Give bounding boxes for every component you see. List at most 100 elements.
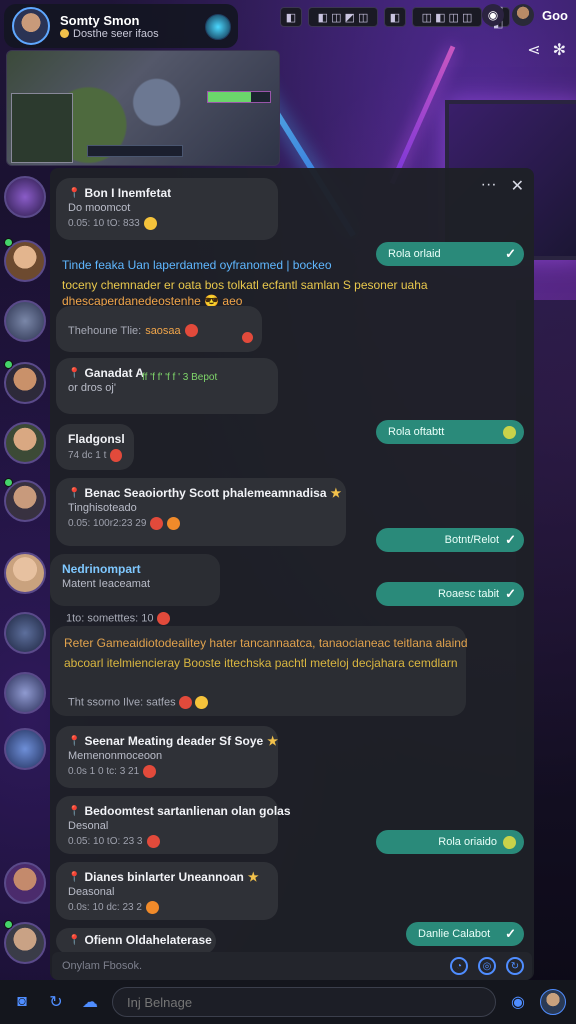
- message-title: Benac Seaoiorthy Scott phalemeamnadisa: [84, 486, 327, 500]
- incoming-message[interactable]: 📍 Seenar Meating deader Sf Soye ★ Memenonm…: [56, 726, 278, 788]
- toolbar-icon[interactable]: ◧: [280, 7, 302, 27]
- message-text: Do moomcot: [68, 202, 131, 214]
- online-indicator: [4, 478, 13, 487]
- message-line: toceny chemnader er oata bos tolkatl ecf…: [62, 278, 428, 292]
- coin-icon: [60, 29, 69, 38]
- message-text: Deasonal: [68, 886, 115, 898]
- check-icon: ✓: [505, 926, 516, 941]
- incoming-message[interactable]: Thehoune Tlie: saosaa: [56, 306, 262, 352]
- smile-emoji-icon: [145, 901, 159, 914]
- sent-message[interactable]: Rola orlaid ✓: [376, 242, 524, 266]
- sent-text: Roaesc tabit: [437, 588, 500, 600]
- game-icon[interactable]: [205, 14, 231, 40]
- angry-emoji-icon: [150, 517, 164, 530]
- chat-composer[interactable]: Onylam Fbosok. ◔ ◎ ↻: [52, 952, 532, 980]
- avatar[interactable]: [4, 728, 46, 770]
- avatar[interactable]: [4, 176, 46, 218]
- avatar[interactable]: [540, 989, 566, 1015]
- emoji-icon[interactable]: ◔: [450, 957, 468, 975]
- message-title: Nedrinompart: [62, 562, 141, 576]
- sent-text: Danlie Calabot: [418, 928, 491, 940]
- message-text: Tinghisoteado: [68, 502, 137, 514]
- incoming-message[interactable]: Nedrinompart Matent Ieaceamat: [50, 554, 220, 606]
- share-icon[interactable]: ⋖: [527, 40, 540, 60]
- message-meta: 0.0s: 10 dc: 23 2: [68, 902, 142, 913]
- voice-icon[interactable]: ◉: [506, 990, 530, 1014]
- sent-message[interactable]: Danlie Calabot ✓: [406, 922, 524, 946]
- sent-message[interactable]: Rola oriaido: [376, 830, 524, 854]
- incoming-message[interactable]: 📍 Ofienn Oldahelaterase: [56, 928, 216, 954]
- settings-icon[interactable]: ✻: [553, 40, 566, 60]
- smile-emoji-icon: [503, 835, 516, 849]
- message-title: Ganadat A: [84, 366, 145, 380]
- message-text: Memenonmoceoon: [68, 750, 163, 762]
- incoming-message[interactable]: 📍 Dianes binlarter Uneannoan ★ Deasonal 0.…: [56, 862, 278, 920]
- incoming-message[interactable]: 📍 Bon I Inemfetat Do moomcot 0.05: 10 tO:…: [56, 178, 278, 240]
- angry-emoji-icon: [146, 835, 160, 848]
- more-icon[interactable]: ···: [481, 176, 497, 196]
- sent-text: Botnt/Relot: [444, 534, 500, 546]
- refresh-icon[interactable]: ↻: [506, 957, 524, 975]
- camera-icon[interactable]: ◙: [10, 990, 34, 1014]
- top-right-label: Goo: [542, 7, 568, 23]
- profile-icon[interactable]: ◉: [482, 4, 504, 26]
- contact-name: Somty Smon: [60, 12, 140, 28]
- star-icon: ★: [267, 734, 278, 748]
- chat-panel: ··· ✕ 📍 Bon I Inemfetat Do moomcot 0.05: …: [50, 168, 534, 980]
- toolbar-icon-group[interactable]: ◧ ◫ ◩ ◫: [308, 7, 378, 27]
- incoming-message[interactable]: 📍 Ganadat A or dros oj': [56, 358, 278, 414]
- message-line: Reter Gameaidiotodealitey hater tancanna…: [64, 636, 468, 650]
- message-text: Matent Ieaceamat: [62, 578, 151, 590]
- avatar[interactable]: [4, 300, 46, 342]
- pin-icon: 📍: [68, 187, 81, 199]
- sent-message[interactable]: Rola oftabtt: [376, 420, 524, 444]
- toolbar-icon[interactable]: ◧: [384, 7, 406, 27]
- contact-header[interactable]: Somty Smon Dosthe seer ifaos: [4, 4, 238, 48]
- message-title: Fladgonsl: [68, 432, 125, 446]
- check-icon: ✓: [505, 586, 516, 601]
- message-meta: Tht ssorno Ilve: satfes: [68, 696, 208, 709]
- message-title: Dianes binlarter Uneannoan: [84, 870, 244, 884]
- message-input[interactable]: [112, 987, 496, 1017]
- angry-emoji-icon: [143, 765, 157, 778]
- composer-placeholder[interactable]: Onylam Fbosok.: [62, 960, 142, 972]
- smile-emoji-icon: [167, 517, 181, 530]
- message-text: or dros oj': [68, 382, 116, 394]
- angry-emoji-icon: [156, 612, 170, 625]
- sent-message[interactable]: Roaesc tabit ✓: [376, 582, 524, 606]
- avatar[interactable]: [4, 672, 46, 714]
- incoming-message[interactable]: 📍 Bedoomtest sartanlienan olan golas Deso…: [56, 796, 291, 854]
- attach-icon[interactable]: ◎: [478, 957, 496, 975]
- message-meta: 74 dc 1 t: [68, 450, 107, 461]
- incoming-message[interactable]: Fladgonsl 74 dc 1 t: [56, 424, 134, 470]
- contact-status-text: Dosthe seer ifaos: [73, 27, 159, 40]
- close-icon[interactable]: ✕: [511, 176, 524, 196]
- game-hud: [87, 145, 183, 157]
- angry-emoji-icon: [178, 696, 192, 709]
- pin-icon: 📍: [68, 805, 81, 817]
- message-title: Bedoomtest sartanlienan olan golas: [84, 804, 291, 818]
- avatar[interactable]: [512, 4, 534, 26]
- message-meta: 0.05: 10 tO: 833: [68, 218, 140, 229]
- incoming-message[interactable]: 📍 Benac Seaoiorthy Scott phalemeamnadisa ★…: [56, 478, 346, 546]
- avatar[interactable]: [12, 7, 50, 45]
- angry-emoji-icon: [110, 449, 122, 462]
- angry-emoji-icon: [184, 324, 198, 337]
- cloud-icon[interactable]: ☁: [78, 990, 102, 1014]
- share-row: ⋖ ✻: [527, 40, 566, 60]
- sent-message[interactable]: Botnt/Relot ✓: [376, 528, 524, 552]
- avatar[interactable]: [4, 552, 46, 594]
- online-indicator: [4, 920, 13, 929]
- game-preview[interactable]: [6, 50, 280, 166]
- avatar[interactable]: [4, 422, 46, 464]
- message-tag: saosaa: [145, 324, 181, 337]
- avatar[interactable]: [4, 612, 46, 654]
- smile-emoji-icon: [194, 696, 208, 709]
- refresh-icon[interactable]: ↻: [44, 990, 68, 1014]
- toolbar-icon-group[interactable]: ◫ ◧ ◫ ◫: [412, 7, 482, 27]
- sent-text: Rola oriaido: [438, 836, 497, 848]
- message-meta-text: 1to: sometttes: 10: [66, 612, 154, 625]
- avatar[interactable]: [4, 862, 46, 904]
- smile-emoji-icon: [503, 425, 516, 439]
- reaction-icon[interactable]: [242, 332, 253, 343]
